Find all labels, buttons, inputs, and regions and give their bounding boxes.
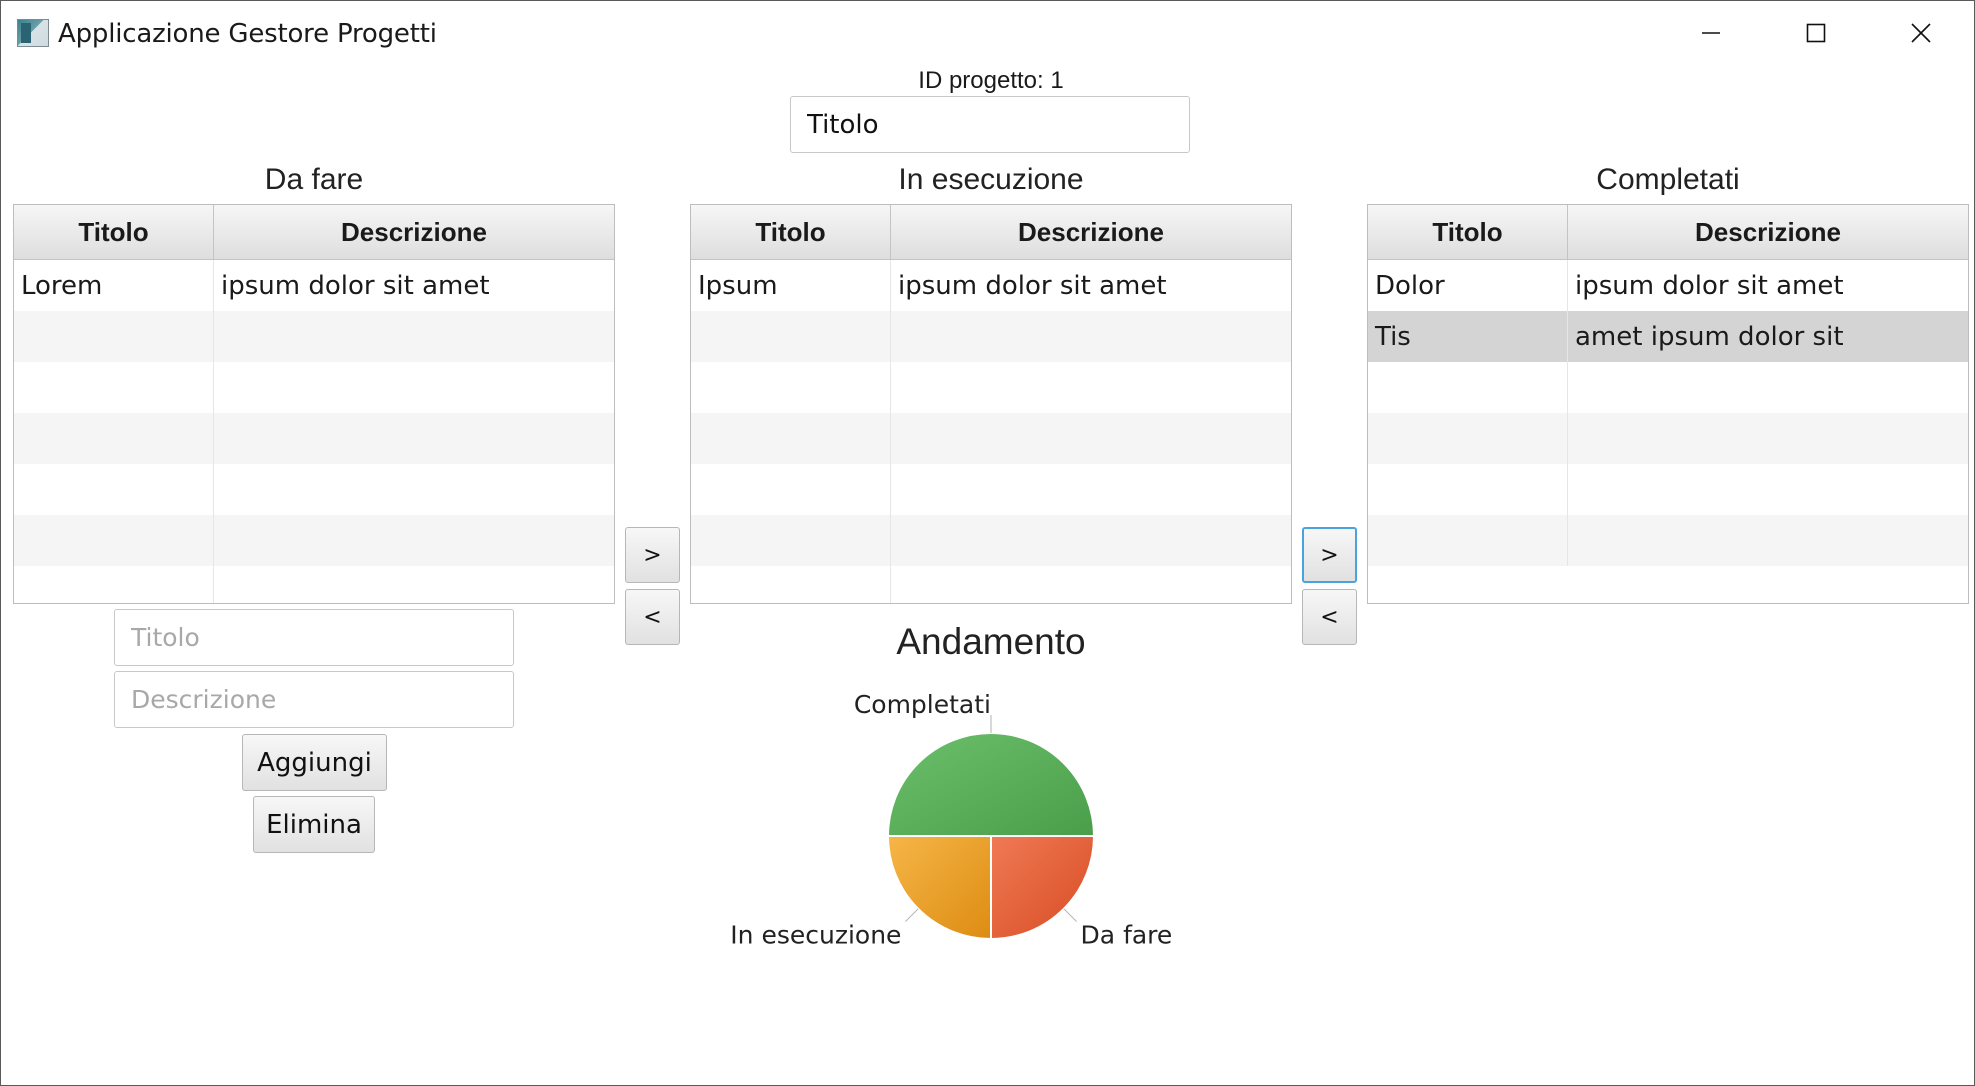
maximize-button[interactable] bbox=[1764, 1, 1868, 65]
empty-row bbox=[691, 413, 1291, 464]
cell-descrizione: amet ipsum dolor sit bbox=[1575, 321, 1844, 352]
empty-row bbox=[691, 566, 1291, 603]
maximize-icon bbox=[1806, 23, 1826, 43]
empty-row bbox=[14, 362, 614, 413]
cell-descrizione: ipsum dolor sit amet bbox=[898, 270, 1167, 301]
cell-descrizione: ipsum dolor sit amet bbox=[221, 270, 490, 301]
minimize-icon bbox=[1702, 32, 1720, 34]
table-header: Titolo Descrizione bbox=[14, 205, 614, 260]
empty-row bbox=[14, 566, 614, 603]
table-in-esecuzione[interactable]: Titolo Descrizione Ipsum ipsum dolor sit… bbox=[690, 204, 1292, 604]
new-task-descrizione-input[interactable] bbox=[114, 671, 514, 728]
column-header-titolo[interactable]: Titolo bbox=[1368, 205, 1568, 259]
column-header-descrizione[interactable]: Descrizione bbox=[1568, 205, 1968, 259]
app-window: Applicazione Gestore Progetti ID progett… bbox=[0, 0, 1975, 1086]
pie-slice-da-fare bbox=[990, 835, 1096, 941]
empty-row bbox=[14, 311, 614, 362]
new-task-titolo-input[interactable] bbox=[114, 609, 514, 666]
cell-descrizione: ipsum dolor sit amet bbox=[1575, 270, 1844, 301]
column-header-titolo[interactable]: Titolo bbox=[691, 205, 891, 259]
pie-slice-in-esecuzione bbox=[886, 835, 992, 941]
window-title: Applicazione Gestore Progetti bbox=[58, 19, 437, 49]
title-bar: Applicazione Gestore Progetti bbox=[1, 1, 1974, 65]
table-row-selected[interactable]: Tis amet ipsum dolor sit bbox=[1368, 311, 1968, 362]
column-header-descrizione[interactable]: Descrizione bbox=[891, 205, 1291, 259]
pie-slice-completati bbox=[886, 732, 1096, 837]
empty-row bbox=[1368, 362, 1968, 413]
table-header: Titolo Descrizione bbox=[1368, 205, 1968, 260]
table-header: Titolo Descrizione bbox=[691, 205, 1291, 260]
table-da-fare[interactable]: Titolo Descrizione Lorem ipsum dolor sit… bbox=[13, 204, 615, 604]
empty-row bbox=[1368, 515, 1968, 566]
heading-completati: Completati bbox=[1596, 163, 1740, 196]
heading-in-esecuzione: In esecuzione bbox=[898, 163, 1084, 196]
delete-task-button[interactable]: Elimina bbox=[253, 796, 375, 853]
column-header-titolo[interactable]: Titolo bbox=[14, 205, 214, 259]
project-title-input[interactable] bbox=[790, 96, 1190, 153]
move-to-in-esecuzione-button[interactable]: > bbox=[625, 527, 680, 583]
close-icon bbox=[1911, 23, 1931, 43]
pie-label-completati: Completati bbox=[854, 691, 991, 719]
empty-row bbox=[691, 311, 1291, 362]
empty-row bbox=[14, 413, 614, 464]
table-body: Lorem ipsum dolor sit amet bbox=[14, 260, 614, 603]
empty-row bbox=[691, 464, 1291, 515]
table-completati[interactable]: Titolo Descrizione Dolor ipsum dolor sit… bbox=[1367, 204, 1969, 604]
app-icon bbox=[17, 19, 49, 47]
pie-chart: Completati Da fare In esecuzione bbox=[730, 691, 1173, 950]
add-task-button[interactable]: Aggiungi bbox=[242, 734, 387, 791]
table-body: Dolor ipsum dolor sit amet Tis amet ipsu… bbox=[1368, 260, 1968, 566]
empty-row bbox=[1368, 464, 1968, 515]
cell-titolo: Lorem bbox=[14, 260, 214, 311]
pie-label-line bbox=[905, 908, 919, 922]
empty-row bbox=[14, 515, 614, 566]
pie-label-line bbox=[1063, 908, 1077, 922]
empty-row bbox=[691, 362, 1291, 413]
minimize-button[interactable] bbox=[1659, 1, 1763, 65]
heading-da-fare: Da fare bbox=[264, 163, 364, 196]
move-to-in-esecuzione-back-button[interactable]: < bbox=[1302, 589, 1357, 645]
pie-label-da-fare: Da fare bbox=[1081, 921, 1173, 950]
move-to-da-fare-button[interactable]: < bbox=[625, 589, 680, 645]
table-row[interactable]: Lorem ipsum dolor sit amet bbox=[14, 260, 614, 311]
cell-titolo: Ipsum bbox=[691, 260, 891, 311]
empty-row bbox=[1368, 413, 1968, 464]
table-row[interactable]: Ipsum ipsum dolor sit amet bbox=[691, 260, 1291, 311]
empty-row bbox=[14, 464, 614, 515]
chart-title: Andamento bbox=[896, 621, 1086, 662]
pie-label-in-esecuzione: In esecuzione bbox=[730, 921, 901, 950]
cell-titolo: Dolor bbox=[1368, 260, 1568, 311]
move-to-completati-button[interactable]: > bbox=[1302, 527, 1357, 583]
table-row[interactable]: Dolor ipsum dolor sit amet bbox=[1368, 260, 1968, 311]
close-button[interactable] bbox=[1869, 1, 1973, 65]
empty-row bbox=[691, 515, 1291, 566]
cell-titolo: Tis bbox=[1368, 311, 1568, 362]
project-id-label: ID progetto: 1 bbox=[918, 67, 1064, 94]
column-header-descrizione[interactable]: Descrizione bbox=[214, 205, 614, 259]
table-body: Ipsum ipsum dolor sit amet bbox=[691, 260, 1291, 603]
